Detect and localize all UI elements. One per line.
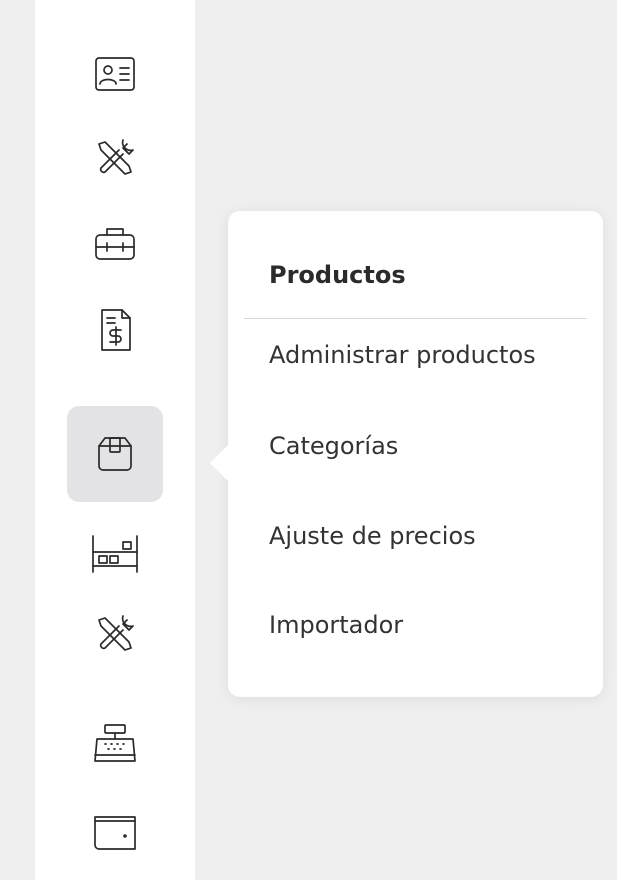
toolbox-icon: [95, 228, 135, 260]
sidebar-item-products[interactable]: [67, 406, 163, 502]
app-page: Productos Administrar productos Categorí…: [0, 0, 617, 880]
sidebar-item-contacts[interactable]: [67, 26, 163, 122]
invoice-dollar-icon: [101, 309, 131, 351]
tools-icon: [98, 139, 134, 175]
menu-item-importador[interactable]: Importador: [269, 605, 403, 645]
cash-register-icon: [94, 724, 136, 762]
menu-item-ajuste-de-precios[interactable]: Ajuste de precios: [269, 516, 476, 556]
popover-arrow: [210, 445, 228, 481]
warehouse-shelf-icon: [92, 535, 138, 573]
tools-icon: [98, 615, 134, 651]
sidebar-item-cash-register[interactable]: [67, 697, 163, 793]
sidebar: [35, 0, 195, 880]
menu-item-categorias[interactable]: Categorías: [269, 426, 398, 466]
popover-divider: [244, 318, 587, 319]
sidebar-item-invoices[interactable]: [67, 282, 163, 378]
sidebar-item-wallet[interactable]: [67, 783, 163, 879]
sidebar-item-tools[interactable]: [67, 110, 163, 206]
sidebar-item-toolbox[interactable]: [67, 195, 163, 291]
sidebar-item-service[interactable]: [67, 586, 163, 682]
products-popover-menu: Productos Administrar productos Categorí…: [210, 211, 603, 697]
product-box-icon: [98, 437, 132, 471]
menu-item-administrar-productos[interactable]: Administrar productos: [269, 335, 536, 375]
contact-card-icon: [95, 57, 135, 91]
wallet-icon: [94, 816, 136, 850]
popover-title: Productos: [269, 261, 406, 289]
